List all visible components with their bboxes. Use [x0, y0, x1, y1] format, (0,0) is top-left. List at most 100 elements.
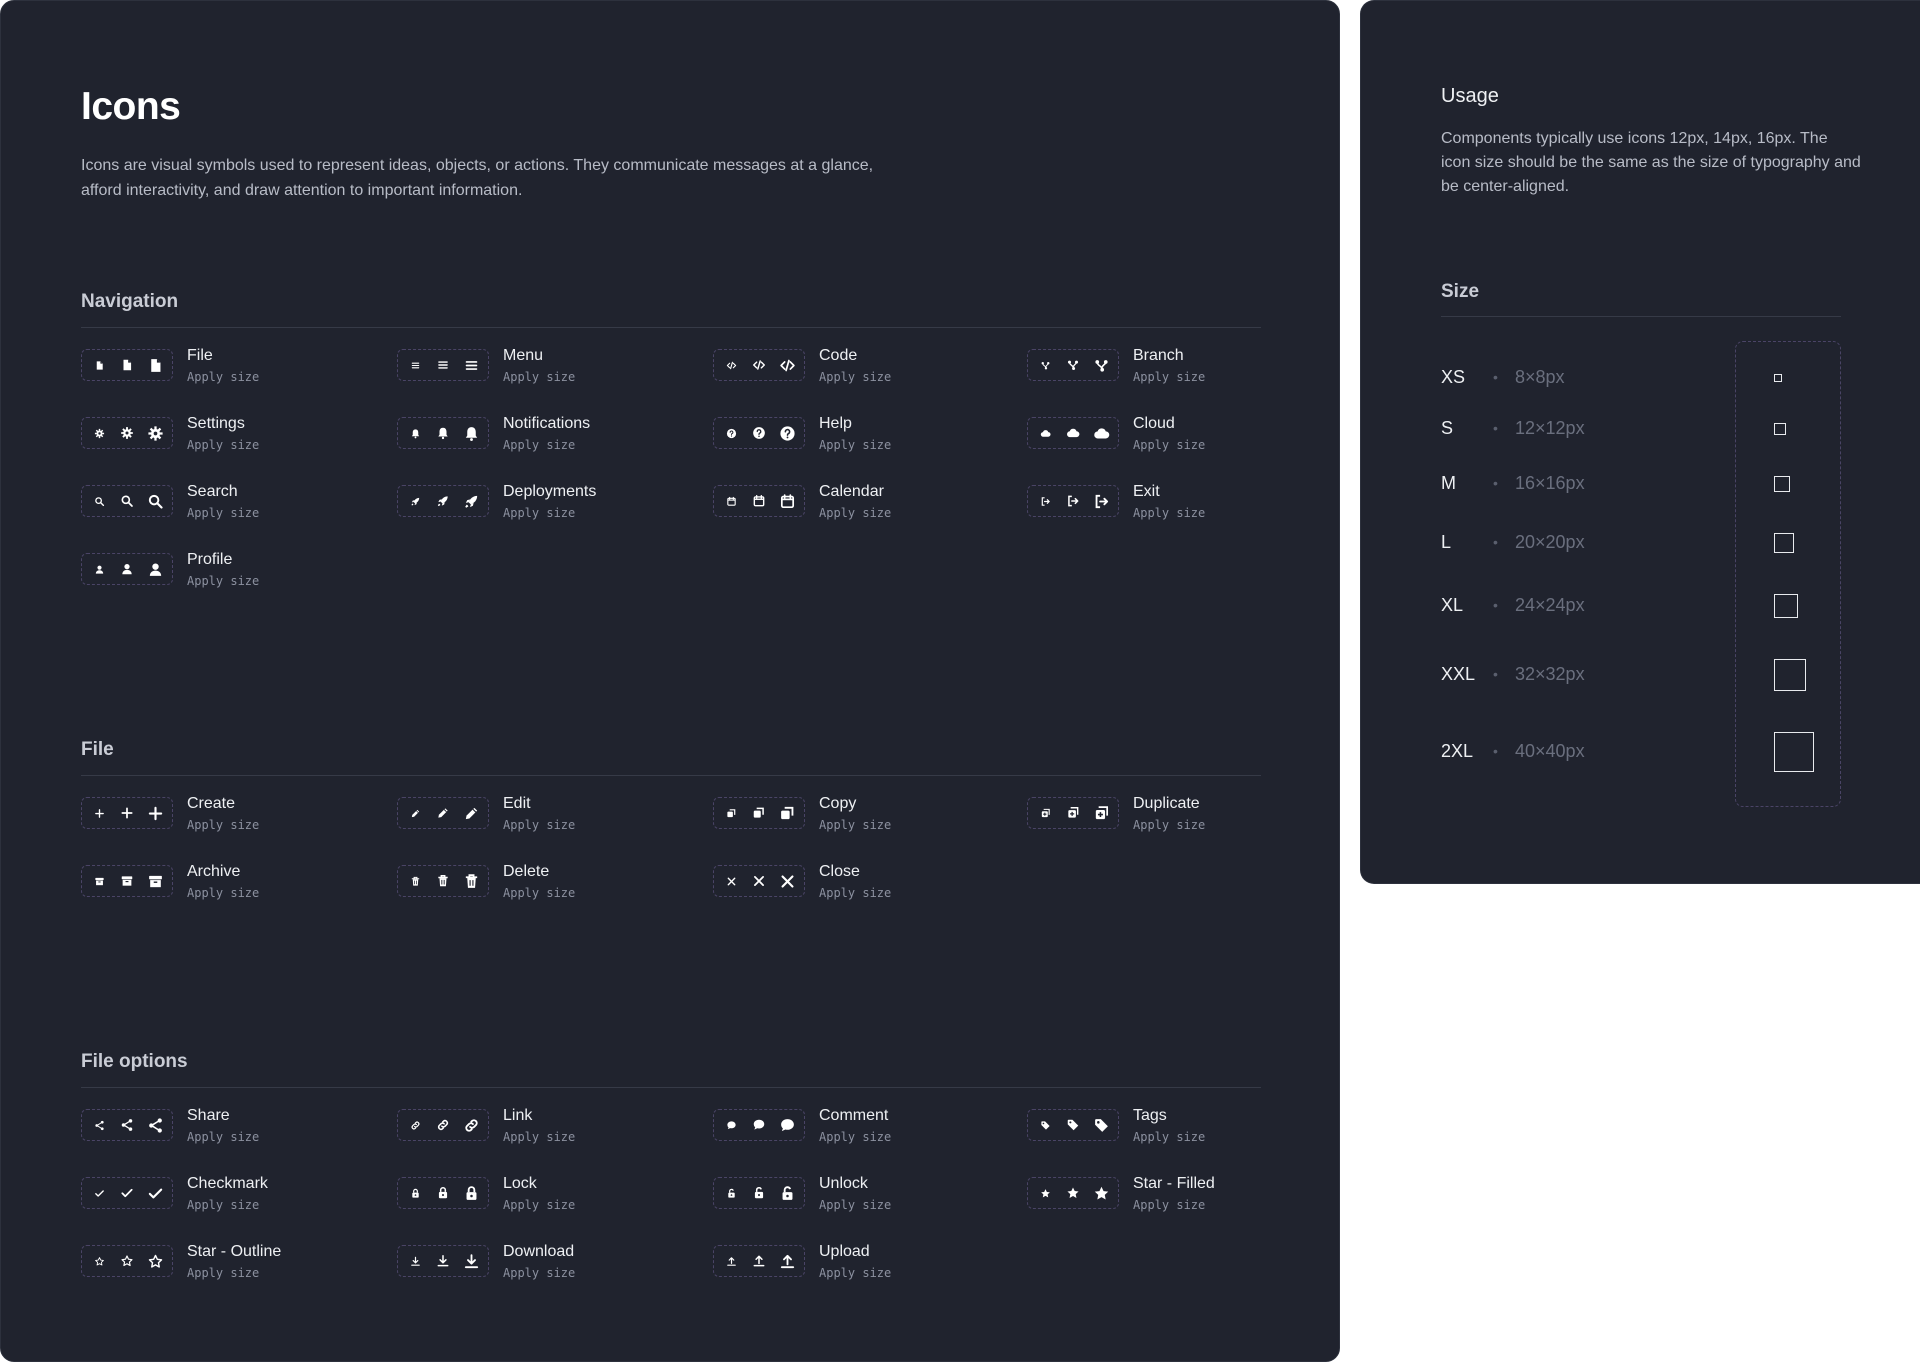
apply-size-link[interactable]: Apply size: [503, 1130, 575, 1144]
share-icon: [86, 1113, 112, 1137]
tag-icon: [1032, 1113, 1058, 1137]
apply-size-link[interactable]: Apply size: [819, 438, 891, 452]
icon-name: Branch: [1133, 347, 1184, 364]
icon-item-comment[interactable]: Comment Apply size: [713, 1103, 891, 1147]
icon-item-copy[interactable]: Copy Apply size: [713, 791, 891, 835]
icon-item-close[interactable]: Close Apply size: [713, 859, 891, 903]
apply-size-link[interactable]: Apply size: [1133, 506, 1205, 520]
check-icon: [86, 1181, 112, 1205]
icon-item-calendar[interactable]: Calendar Apply size: [713, 479, 891, 523]
apply-size-link[interactable]: Apply size: [503, 886, 575, 900]
apply-size-link[interactable]: Apply size: [187, 818, 259, 832]
icon-item-star-filled[interactable]: Star - Filled Apply size: [1027, 1171, 1215, 1215]
icon-size-set: [1027, 1177, 1119, 1209]
calendar-icon: [718, 489, 744, 513]
icon-item-bell[interactable]: Notifications Apply size: [397, 411, 590, 455]
apply-size-link[interactable]: Apply size: [819, 1130, 891, 1144]
apply-size-link[interactable]: Apply size: [819, 1198, 891, 1212]
rocket-icon: [458, 489, 484, 513]
apply-size-link[interactable]: Apply size: [503, 438, 590, 452]
calendar-icon: [746, 489, 772, 513]
apply-size-link[interactable]: Apply size: [1133, 370, 1205, 384]
icon-item-pencil[interactable]: Edit Apply size: [397, 791, 575, 835]
icon-item-star-outline[interactable]: Star - Outline Apply size: [81, 1239, 281, 1283]
help-icon: [774, 421, 800, 445]
branch-icon: [1088, 353, 1114, 377]
download-icon: [458, 1249, 484, 1273]
icon-item-unlock[interactable]: Unlock Apply size: [713, 1171, 891, 1215]
check-icon: [142, 1181, 168, 1205]
apply-size-link[interactable]: Apply size: [187, 370, 259, 384]
unlock-icon: [718, 1181, 744, 1205]
lock-icon: [430, 1181, 456, 1205]
icon-size-set: [81, 553, 173, 585]
icon-item-menu[interactable]: Menu Apply size: [397, 343, 575, 387]
icon-item-duplicate[interactable]: Duplicate Apply size: [1027, 791, 1205, 835]
icon-size-set: [397, 417, 489, 449]
apply-size-link[interactable]: Apply size: [819, 886, 891, 900]
icon-item-text: Search Apply size: [187, 482, 259, 520]
apply-size-link[interactable]: Apply size: [819, 818, 891, 832]
icon-item-text: Archive Apply size: [187, 862, 259, 900]
icon-item-check[interactable]: Checkmark Apply size: [81, 1171, 268, 1215]
icon-name: Comment: [819, 1107, 889, 1124]
user-icon: [114, 557, 140, 581]
icon-item-code[interactable]: Code Apply size: [713, 343, 891, 387]
icon-name: Edit: [503, 795, 531, 812]
icon-item-gear[interactable]: Settings Apply size: [81, 411, 259, 455]
apply-size-link[interactable]: Apply size: [187, 438, 259, 452]
icon-item-plus[interactable]: Create Apply size: [81, 791, 259, 835]
icon-item-text: Edit Apply size: [503, 794, 575, 832]
size-preview-box: [1774, 732, 1814, 772]
icon-item-archive[interactable]: Archive Apply size: [81, 859, 259, 903]
apply-size-link[interactable]: Apply size: [503, 370, 575, 384]
icon-item-download[interactable]: Download Apply size: [397, 1239, 575, 1283]
icon-item-upload[interactable]: Upload Apply size: [713, 1239, 891, 1283]
apply-size-link[interactable]: Apply size: [503, 818, 575, 832]
apply-size-link[interactable]: Apply size: [1133, 438, 1205, 452]
icon-item-lock[interactable]: Lock Apply size: [397, 1171, 575, 1215]
apply-size-link[interactable]: Apply size: [187, 1198, 268, 1212]
apply-size-link[interactable]: Apply size: [819, 370, 891, 384]
apply-size-link[interactable]: Apply size: [187, 886, 259, 900]
icon-item-rocket[interactable]: Deployments Apply size: [397, 479, 596, 523]
icon-item-cloud[interactable]: Cloud Apply size: [1027, 411, 1205, 455]
icon-item-help[interactable]: Help Apply size: [713, 411, 891, 455]
menu-icon: [402, 353, 428, 377]
size-preview-box: [1774, 374, 1782, 382]
icon-item-share[interactable]: Share Apply size: [81, 1103, 259, 1147]
icon-item-user[interactable]: Profile Apply size: [81, 547, 259, 591]
file-icon: [142, 353, 168, 377]
icon-item-text: Delete Apply size: [503, 862, 575, 900]
icon-size-set: [713, 485, 805, 517]
icon-item-link[interactable]: Link Apply size: [397, 1103, 575, 1147]
icon-name: Download: [503, 1243, 575, 1260]
apply-size-link[interactable]: Apply size: [819, 1266, 891, 1280]
icon-size-set: [1027, 1109, 1119, 1141]
icon-size-set: [713, 797, 805, 829]
icon-item-file[interactable]: File Apply size: [81, 343, 259, 387]
icon-item-tag[interactable]: Tags Apply size: [1027, 1103, 1205, 1147]
apply-size-link[interactable]: Apply size: [187, 1266, 281, 1280]
apply-size-link[interactable]: Apply size: [503, 1198, 575, 1212]
apply-size-link[interactable]: Apply size: [187, 574, 259, 588]
apply-size-link[interactable]: Apply size: [1133, 1198, 1215, 1212]
icon-item-search[interactable]: Search Apply size: [81, 479, 259, 523]
apply-size-link[interactable]: Apply size: [503, 506, 596, 520]
apply-size-link[interactable]: Apply size: [819, 506, 891, 520]
download-icon: [430, 1249, 456, 1273]
apply-size-link[interactable]: Apply size: [187, 506, 259, 520]
icon-item-exit[interactable]: Exit Apply size: [1027, 479, 1205, 523]
icon-item-branch[interactable]: Branch Apply size: [1027, 343, 1205, 387]
icon-name: Notifications: [503, 415, 591, 432]
apply-size-link[interactable]: Apply size: [187, 1130, 259, 1144]
icon-size-set: [81, 1245, 173, 1277]
apply-size-link[interactable]: Apply size: [1133, 818, 1205, 832]
apply-size-link[interactable]: Apply size: [503, 1266, 575, 1280]
icon-name: Profile: [187, 551, 233, 568]
icon-size-set: [713, 1109, 805, 1141]
calendar-icon: [774, 489, 800, 513]
icon-name: Code: [819, 347, 858, 364]
icon-item-trash[interactable]: Delete Apply size: [397, 859, 575, 903]
apply-size-link[interactable]: Apply size: [1133, 1130, 1205, 1144]
